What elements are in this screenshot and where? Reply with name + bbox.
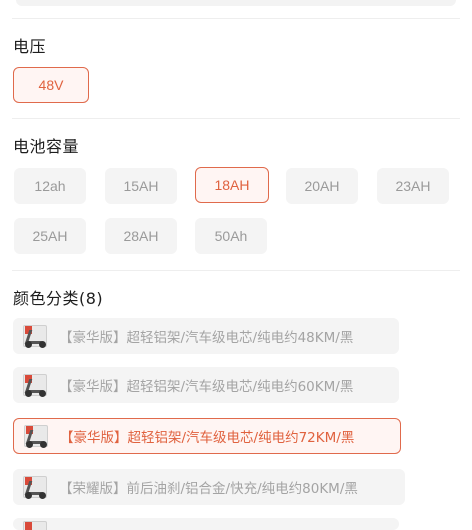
scooter-thumbnail-icon bbox=[19, 371, 51, 399]
color-option-partial[interactable] bbox=[13, 518, 399, 530]
battery-option-label: 12ah bbox=[34, 178, 66, 194]
divider bbox=[12, 18, 460, 19]
color-option-60km[interactable]: 【豪华版】超轻铝架/汽车级电芯/纯电约60KM/黑 bbox=[13, 367, 399, 403]
battery-option-12ah[interactable]: 12ah bbox=[14, 168, 86, 204]
color-option-label: 【豪华版】超轻铝架/汽车级电芯/纯电约48KM/黑 bbox=[59, 330, 354, 346]
battery-option-20ah[interactable]: 20AH bbox=[286, 168, 358, 204]
previous-section-edge bbox=[16, 0, 456, 6]
scooter-thumbnail-icon bbox=[20, 422, 52, 450]
battery-option-50ah[interactable]: 50Ah bbox=[195, 218, 267, 254]
battery-option-label: 25AH bbox=[32, 228, 68, 244]
color-option-label: 【豪华版】超轻铝架/汽车级电芯/纯电约72KM/黑 bbox=[60, 430, 355, 446]
color-option-72km[interactable]: 【豪华版】超轻铝架/汽车级电芯/纯电约72KM/黑 bbox=[13, 418, 401, 454]
color-option-48km[interactable]: 【豪华版】超轻铝架/汽车级电芯/纯电约48KM/黑 bbox=[13, 318, 399, 354]
battery-option-label: 50Ah bbox=[214, 228, 248, 244]
battery-option-18ah[interactable]: 18AH bbox=[195, 167, 269, 203]
color-category-title: 颜色分类(8) bbox=[13, 289, 104, 308]
battery-option-28ah[interactable]: 28AH bbox=[105, 218, 177, 254]
divider bbox=[12, 270, 460, 271]
scooter-thumbnail-icon bbox=[19, 473, 51, 501]
battery-option-23ah[interactable]: 23AH bbox=[377, 168, 449, 204]
voltage-title: 电压 bbox=[13, 37, 47, 56]
battery-option-15ah[interactable]: 15AH bbox=[105, 168, 177, 204]
color-option-label: 【豪华版】超轻铝架/汽车级电芯/纯电约60KM/黑 bbox=[59, 379, 354, 395]
battery-option-label: 18AH bbox=[214, 177, 250, 193]
voltage-option-48v[interactable]: 48V bbox=[13, 67, 89, 103]
color-option-label: 【荣耀版】前后油刹/铝合金/快充/纯电约80KM/黑 bbox=[59, 481, 358, 497]
color-option-80km[interactable]: 【荣耀版】前后油刹/铝合金/快充/纯电约80KM/黑 bbox=[13, 469, 405, 505]
voltage-option-label: 48V bbox=[38, 77, 64, 93]
battery-option-label: 28AH bbox=[123, 228, 159, 244]
battery-option-label: 15AH bbox=[123, 178, 159, 194]
battery-option-label: 23AH bbox=[395, 178, 431, 194]
battery-option-label: 20AH bbox=[304, 178, 340, 194]
battery-option-25ah[interactable]: 25AH bbox=[14, 218, 86, 254]
divider bbox=[12, 118, 460, 119]
battery-title: 电池容量 bbox=[13, 137, 80, 156]
scooter-thumbnail-icon bbox=[19, 322, 51, 350]
scooter-thumbnail-icon bbox=[19, 518, 51, 530]
